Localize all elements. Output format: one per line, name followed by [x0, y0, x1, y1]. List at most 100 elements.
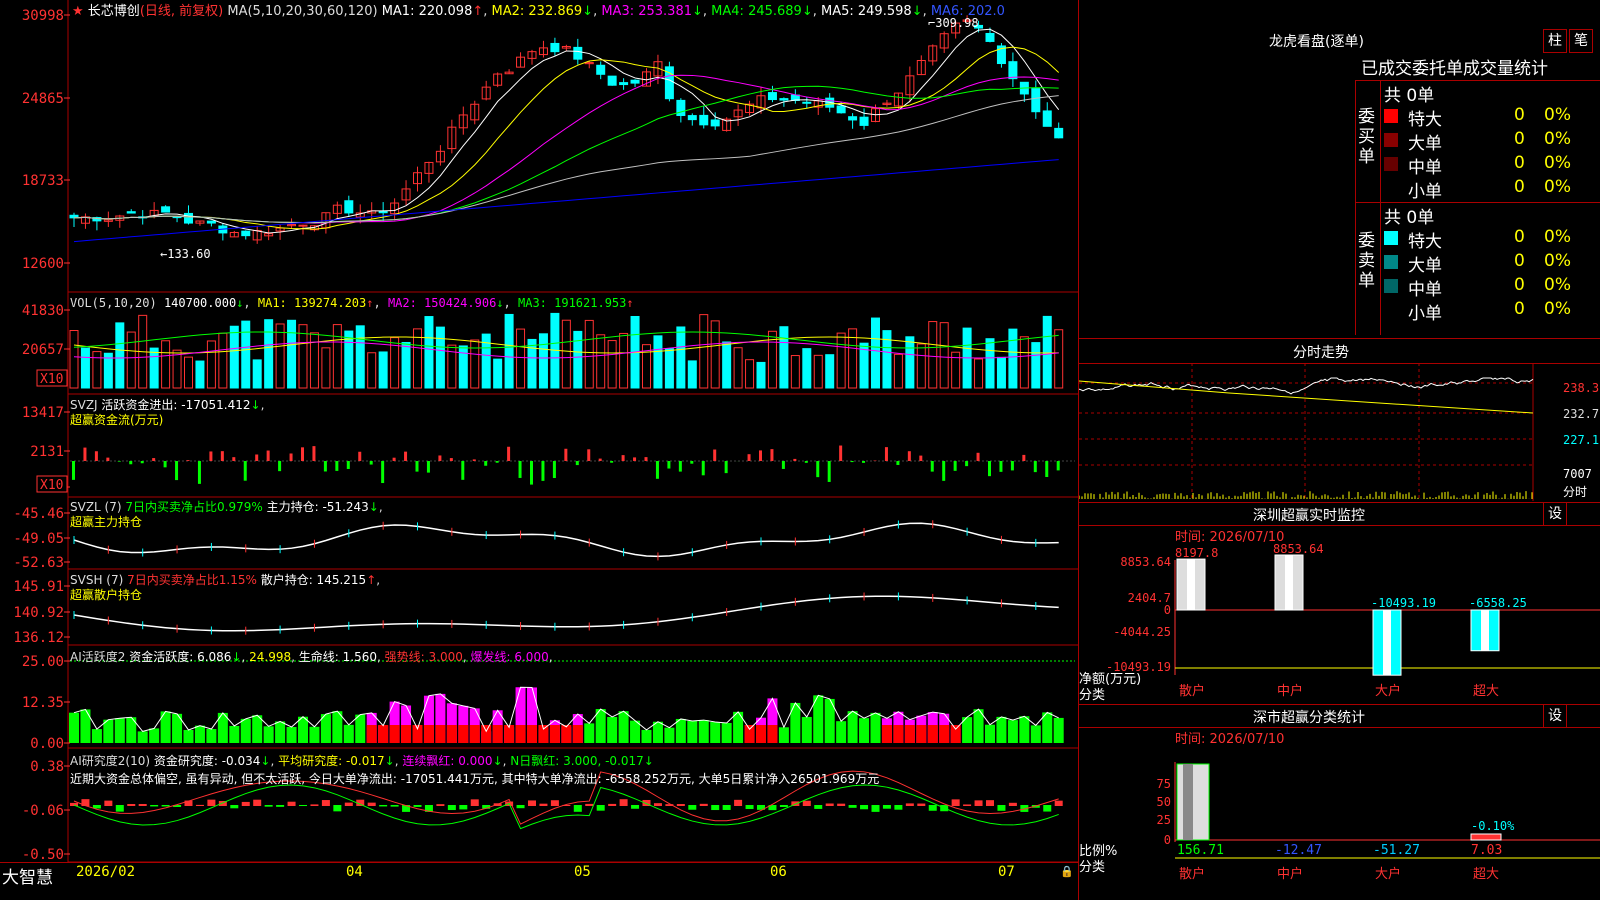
candle	[619, 82, 629, 86]
volume-bar	[172, 349, 182, 389]
ai1-bar	[859, 718, 870, 743]
candle	[1008, 61, 1018, 80]
intraday-price-line	[1079, 377, 1534, 395]
order-row: 中单 0 0%	[1384, 153, 1600, 178]
ai2-bar	[837, 803, 846, 806]
candlestick-panel[interactable]: ⌐309.98←133.60	[69, 15, 1064, 261]
dragon-title: 龙虎看盘(逐单)	[1269, 34, 1364, 50]
svzj-title: SVZJ	[70, 398, 98, 412]
order-color-swatch	[1384, 157, 1398, 171]
tick-mode-button[interactable]: 笔	[1569, 29, 1593, 53]
svzj-bar	[610, 461, 614, 463]
main-indicator-line: ★ 长芯博创(日线, 前复权) MA(5,10,20,30,60,120) MA…	[72, 4, 1005, 19]
svzj-bar	[839, 445, 843, 461]
svzj-y-label: 2131	[30, 444, 64, 460]
intraday-chart[interactable]	[1079, 363, 1600, 501]
sz-class-chart[interactable]: 75 50 25 0 -0.10% 156.71 散户 -12.47 中户 -51.27 大户 7.0…	[1079, 742, 1600, 900]
stock-name[interactable]: 长芯博创	[88, 4, 140, 19]
volume-bar	[69, 330, 79, 389]
ai1-bar	[607, 716, 618, 743]
candle	[802, 101, 812, 104]
svzj-bar	[667, 461, 671, 469]
volume-bar	[206, 340, 216, 389]
volume-bar	[401, 341, 411, 389]
vol-y-label: 41830	[22, 303, 64, 319]
volume-bar	[321, 347, 331, 389]
order-percent: 0%	[1544, 105, 1571, 125]
volume-bar	[916, 343, 926, 389]
volume-bar	[573, 330, 583, 389]
candle	[596, 64, 606, 75]
volume-bar	[710, 320, 720, 389]
svzj-bar	[415, 461, 419, 472]
buy-total: 共 0单	[1384, 86, 1435, 106]
lock-icon[interactable]: 🔒	[1060, 865, 1074, 878]
vol-ma2: MA2: 150424.906	[387, 296, 497, 310]
ai2-bar	[436, 804, 445, 806]
volume-bar	[733, 347, 743, 389]
sell-orders-label: 委卖单	[1358, 231, 1375, 291]
ai2-bar	[676, 804, 685, 806]
volume-bar	[1054, 329, 1064, 389]
star-icon[interactable]: ★	[72, 4, 84, 19]
svzj-bar	[587, 449, 591, 461]
volume-bar	[241, 320, 251, 389]
ai-activity-panel[interactable]	[69, 660, 1075, 743]
volume-bar	[813, 354, 823, 389]
svzj-bar	[690, 461, 694, 464]
svzj-bar	[175, 461, 179, 481]
sz-bar-label: -6558.25	[1469, 596, 1527, 610]
order-count: 0	[1514, 299, 1525, 319]
order-count: 0	[1514, 105, 1525, 125]
ai2-bar	[745, 805, 754, 810]
sc-value: 156.71	[1177, 843, 1224, 858]
order-percent: 0%	[1544, 251, 1571, 271]
ai2-bar	[207, 799, 216, 806]
bar-mode-button[interactable]: 柱	[1543, 29, 1567, 53]
vol-y-label: 20657	[22, 342, 64, 358]
svzj-bar	[518, 461, 522, 478]
ma60-line	[73, 95, 1059, 224]
ai2-bar	[115, 805, 124, 812]
x-label-jul: 07	[998, 864, 1015, 880]
svzj-bar	[426, 461, 430, 473]
candle	[767, 92, 777, 101]
ai1-bar	[584, 723, 595, 743]
svzj-bar	[747, 454, 751, 461]
ai1-bar	[1030, 725, 1041, 743]
ai1-bar-base	[389, 725, 400, 743]
sz-monitor-settings-button[interactable]: 设	[1543, 502, 1567, 526]
x-label-feb: 2026/02	[76, 864, 136, 880]
volume-bar	[516, 328, 526, 389]
ai2-bar	[150, 805, 159, 807]
main-y-label: 30998	[22, 8, 64, 24]
volume-bar	[664, 348, 674, 389]
sz-class-settings-button[interactable]: 设	[1543, 704, 1567, 728]
ai2-bar	[905, 803, 914, 806]
order-percent: 0%	[1544, 153, 1571, 173]
ai1-bar	[996, 716, 1007, 743]
sc-category: 超大	[1473, 867, 1499, 882]
sz-bar-highlight	[1383, 610, 1391, 676]
sz-monitor-chart[interactable]: 8853.642404.70-4044.25-10493.198197.8散户8…	[1079, 540, 1600, 702]
sz-bar-label: -10493.19	[1371, 596, 1436, 610]
svzj-bar	[255, 454, 259, 461]
ma4-value: MA4: 245.689	[711, 4, 802, 19]
order-percent: 0%	[1544, 299, 1571, 319]
x-label-may: 05	[574, 864, 591, 880]
ai1-y-label: 0.00	[30, 736, 64, 752]
volume-panel[interactable]	[69, 312, 1064, 389]
ai2-bar	[104, 800, 113, 806]
ai2-bar	[390, 805, 399, 807]
dragon-table: 委买单 委卖单 共 0单 共 0单 特大 0 0% 大单 0 0% 中单 0 0% 小单 0 0% 特…	[1355, 80, 1600, 335]
svzj-bar	[804, 461, 808, 463]
svzj-bar	[965, 461, 969, 467]
volume-bar	[756, 361, 766, 389]
ai1-bar	[114, 718, 125, 743]
candle	[710, 119, 720, 127]
sc-y-label: 25	[1157, 813, 1171, 827]
ai1-bar	[206, 728, 217, 743]
ai1-bar-base	[950, 725, 961, 743]
order-color-swatch	[1384, 231, 1398, 245]
svzj-panel[interactable]	[70, 445, 1075, 485]
